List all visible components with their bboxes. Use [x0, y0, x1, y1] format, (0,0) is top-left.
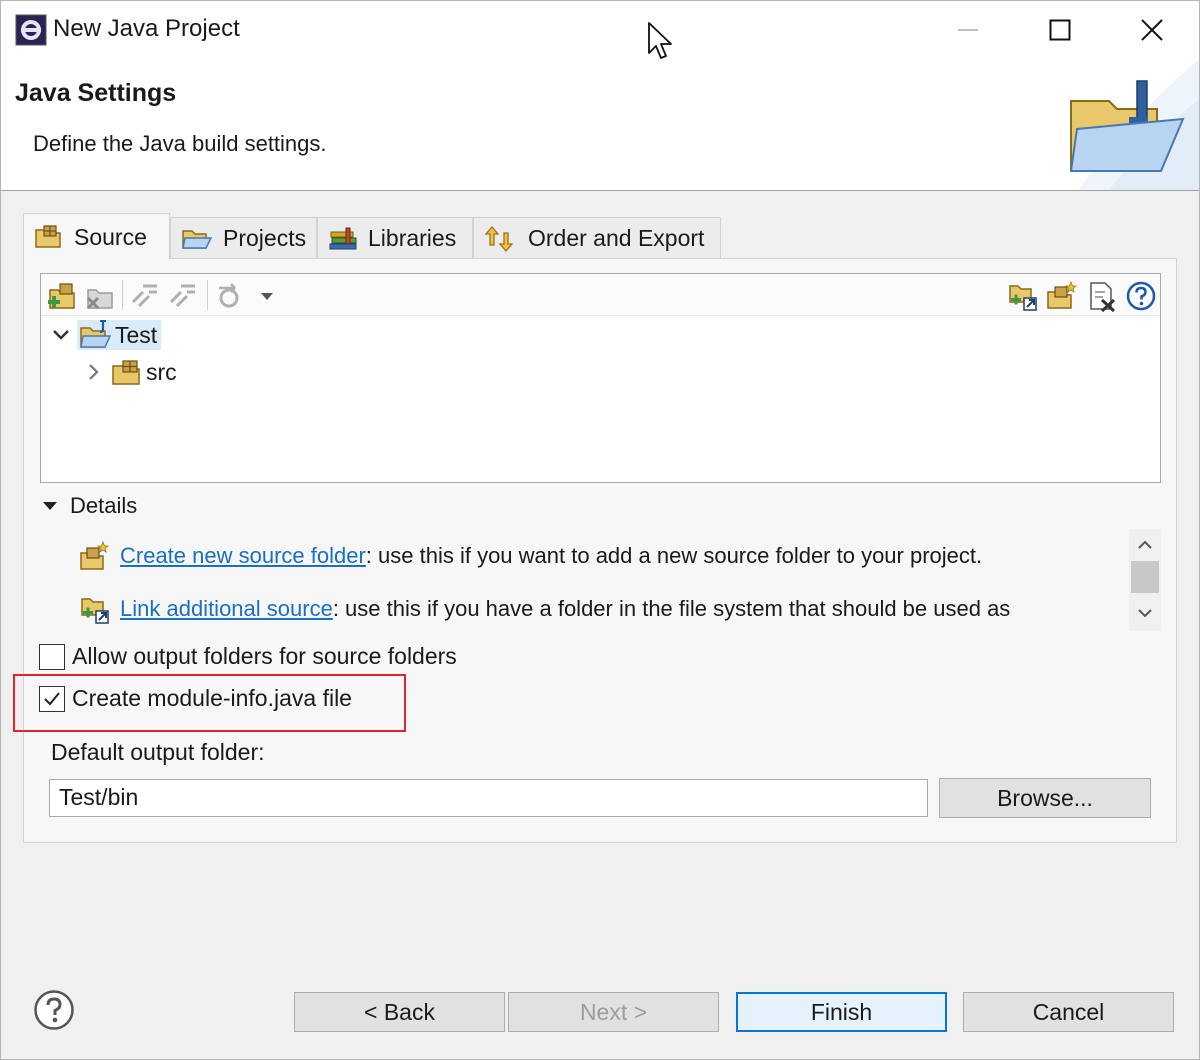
- minimize-icon: [958, 29, 978, 31]
- project-label: Test: [115, 321, 158, 348]
- create-new-source-folder-link[interactable]: Create new source folder: [120, 543, 366, 569]
- checkmark-icon: [44, 691, 60, 705]
- create-module-info-checkbox[interactable]: [39, 685, 65, 712]
- details-scrollbar[interactable]: [1129, 529, 1161, 631]
- tree-node-project[interactable]: Test: [51, 320, 162, 350]
- tab-label: Libraries: [368, 225, 457, 251]
- toolbar-separator: [122, 280, 123, 310]
- eclipse-app-icon: [15, 14, 47, 46]
- src-label: src: [146, 358, 177, 385]
- tab-order-and-export[interactable]: Order and Export: [473, 217, 721, 259]
- close-icon: [1141, 19, 1163, 41]
- link-icon: [131, 284, 157, 308]
- new-java-project-dialog: New Java Project Java Settings Define th…: [0, 0, 1200, 1060]
- detail-create-source-folder: Create new source folder : use this if y…: [79, 541, 982, 571]
- link-additional-source-link[interactable]: Link additional source: [120, 596, 333, 622]
- java-project-icon: [80, 320, 112, 348]
- selected-project-item[interactable]: Test: [77, 320, 162, 350]
- minimize-button[interactable]: [933, 9, 1003, 51]
- java-folder-banner-icon: [1069, 59, 1199, 190]
- maximize-button[interactable]: [1025, 9, 1095, 51]
- remove-icon[interactable]: [1085, 280, 1117, 312]
- chevron-down-icon[interactable]: [51, 325, 71, 345]
- tree-toolbar: [41, 274, 1160, 316]
- toolbar-separator: [207, 280, 208, 310]
- unlink-icon: [169, 284, 195, 308]
- source-folder-icon: [112, 360, 140, 385]
- finish-button[interactable]: Finish: [736, 992, 947, 1032]
- create-folder-icon: [80, 541, 110, 570]
- remove-source-folder-icon: [86, 289, 113, 310]
- tab-projects[interactable]: Projects: [170, 217, 317, 259]
- details-label: Details: [70, 493, 138, 518]
- tab-label: Projects: [223, 225, 307, 251]
- checkbox-label: Create module-info.java file: [72, 685, 352, 711]
- source-folder-tree[interactable]: Test src: [40, 273, 1161, 483]
- tab-label: Source: [74, 223, 147, 250]
- allow-output-folders-checkbox[interactable]: [39, 643, 65, 670]
- triangle-down-icon: [43, 502, 57, 510]
- tab-source[interactable]: Source: [23, 213, 170, 260]
- tree-node-src[interactable]: src: [85, 358, 177, 386]
- maximize-icon: [1049, 19, 1071, 41]
- help-icon[interactable]: [33, 989, 75, 1031]
- default-output-folder-field[interactable]: Test/bin: [49, 779, 928, 817]
- link-folder-icon: [81, 598, 109, 624]
- configure-icon: [219, 283, 239, 308]
- checkbox-label: Allow output folders for source folders: [72, 643, 457, 669]
- default-output-folder-label: Default output folder:: [51, 739, 265, 765]
- add-source-folder-icon[interactable]: [46, 280, 78, 312]
- page-title: Java Settings: [15, 79, 177, 107]
- close-button[interactable]: [1117, 9, 1187, 51]
- browse-button[interactable]: Browse...: [939, 778, 1151, 818]
- help-icon[interactable]: [1125, 280, 1157, 312]
- chevron-right-icon[interactable]: [85, 362, 103, 382]
- window-title: New Java Project: [53, 15, 240, 42]
- chevron-up-icon[interactable]: [1137, 539, 1153, 551]
- chevron-down-icon[interactable]: [1137, 607, 1153, 619]
- tab-label: Order and Export: [528, 225, 705, 251]
- allow-output-folders-option[interactable]: Allow output folders for source folders: [39, 643, 457, 670]
- order-export-icon: [484, 225, 514, 252]
- details-toggle[interactable]: Details: [41, 493, 137, 519]
- dropdown-arrow-icon[interactable]: [251, 280, 283, 312]
- scrollbar-thumb[interactable]: [1131, 561, 1159, 593]
- detail-text: : use this if you want to add a new sour…: [365, 543, 983, 568]
- page-description: Define the Java build settings.: [33, 131, 327, 156]
- tab-libraries[interactable]: Libraries: [317, 217, 473, 259]
- source-folder-icon: [35, 225, 61, 248]
- link-folder-icon[interactable]: [1007, 280, 1039, 312]
- mouse-cursor-icon: [648, 22, 672, 59]
- books-icon: [329, 227, 357, 249]
- create-folder-icon[interactable]: [1045, 280, 1077, 312]
- next-button[interactable]: Next >: [508, 992, 719, 1032]
- title-bar: New Java Project: [1, 1, 1199, 59]
- back-button[interactable]: < Back: [294, 992, 505, 1032]
- folder-open-icon: [182, 229, 213, 249]
- detail-link-additional-source: Link additional source : use this if you…: [79, 593, 1010, 625]
- detail-text: : use this if you have a folder in the f…: [332, 596, 1011, 621]
- cancel-button[interactable]: Cancel: [963, 992, 1174, 1032]
- wizard-header: Java Settings Define the Java build sett…: [1, 59, 1199, 191]
- create-module-info-option[interactable]: Create module-info.java file: [39, 685, 352, 712]
